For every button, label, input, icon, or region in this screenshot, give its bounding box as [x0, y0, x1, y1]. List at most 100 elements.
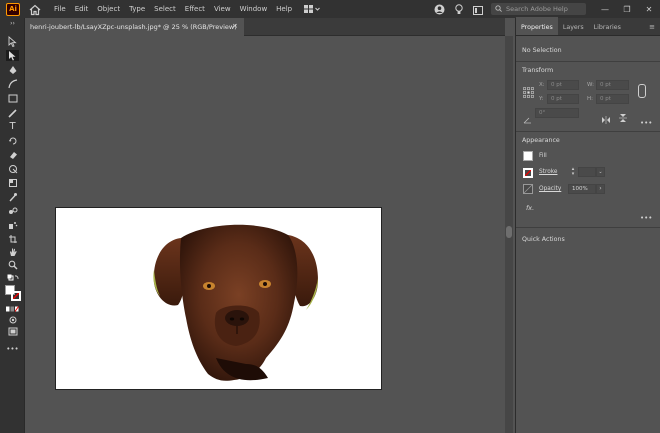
panel-menu-icon[interactable]: ≡ [649, 23, 660, 35]
document-tab-title: henri-joubert-lb/LsayXZpc-unsplash.jpg* … [30, 23, 237, 31]
artboard[interactable] [55, 207, 382, 390]
appearance-section-title: Appearance [522, 137, 560, 144]
hand-tool-icon[interactable] [6, 246, 19, 257]
stroke-weight-stepper-icon[interactable]: ▴ ▾ [569, 167, 577, 177]
appearance-more-options-icon[interactable]: ••• [640, 214, 652, 222]
rotate-tool-icon[interactable] [6, 135, 19, 146]
tab-properties[interactable]: Properties [516, 17, 558, 35]
symbol-sprayer-tool-icon[interactable] [6, 219, 19, 230]
pen-tool-icon[interactable] [6, 64, 19, 75]
home-icon[interactable] [28, 2, 42, 16]
drawing-modes-icon[interactable] [6, 314, 19, 325]
menu-type[interactable]: Type [129, 5, 145, 13]
transform-section-title: Transform [522, 67, 554, 74]
search-help-input[interactable]: Search Adobe Help [491, 3, 586, 15]
divider [516, 131, 660, 132]
maximize-button[interactable]: ❐ [616, 0, 638, 18]
stroke-weight-field[interactable] [578, 167, 596, 177]
selection-status: No Selection [522, 47, 562, 54]
stroke-color-swatch[interactable] [523, 168, 533, 178]
opacity-icon [523, 184, 533, 194]
divider [516, 227, 660, 228]
reference-point-icon[interactable] [523, 83, 534, 102]
free-transform-tool-icon[interactable] [6, 177, 19, 188]
h-field[interactable]: 0 pt [596, 94, 629, 104]
type-tool-icon[interactable]: T [6, 121, 19, 132]
panel-tabs: Properties Layers Libraries ≡ [516, 17, 660, 36]
main-menu: File Edit Object Type Select Effect View… [54, 5, 301, 13]
menu-view[interactable]: View [214, 5, 231, 13]
canvas-vertical-scrollbar[interactable] [505, 36, 513, 433]
close-document-icon[interactable]: × [232, 22, 238, 30]
eyedropper-tool-icon[interactable] [6, 191, 19, 202]
paintbrush-tool-icon[interactable] [6, 107, 19, 118]
x-label: X: [539, 82, 545, 88]
menu-bar: Ai File Edit Object Type Select Effect V… [0, 0, 660, 18]
tools-panel: ›› T ••• [0, 18, 25, 433]
tab-layers[interactable]: Layers [558, 24, 589, 35]
color-mode-buttons-icon[interactable] [6, 303, 19, 314]
canvas-area[interactable] [25, 36, 505, 433]
document-tab[interactable]: henri-joubert-lb/LsayXZpc-unsplash.jpg* … [25, 18, 244, 36]
edit-toolbar-more-icon[interactable]: ••• [6, 343, 19, 354]
quick-actions-title: Quick Actions [522, 236, 565, 243]
menu-window[interactable]: Window [240, 5, 268, 13]
properties-panel: Properties Layers Libraries ≡ No Selecti… [515, 17, 660, 433]
account-icon[interactable] [434, 0, 445, 19]
menu-file[interactable]: File [54, 5, 66, 13]
w-label: W: [587, 82, 594, 88]
divider [516, 61, 660, 62]
constrain-proportions-icon[interactable] [638, 84, 646, 98]
default-fill-stroke-icon[interactable] [6, 272, 19, 283]
stroke-swatch[interactable] [11, 291, 21, 301]
flip-horizontal-icon[interactable] [601, 109, 611, 128]
minimize-button[interactable]: — [594, 0, 616, 18]
flip-vertical-icon[interactable] [619, 108, 627, 127]
x-field[interactable]: 0 pt [547, 80, 579, 90]
screen-mode-icon[interactable] [6, 326, 19, 337]
eraser-tool-icon[interactable] [6, 149, 19, 160]
opacity-dropdown-icon[interactable]: › [596, 184, 605, 194]
fill-color-swatch[interactable] [523, 151, 533, 161]
search-icon [495, 4, 502, 14]
opacity-field[interactable]: 100% [568, 184, 596, 194]
dog-head-image[interactable] [56, 208, 383, 391]
direct-selection-tool-icon[interactable] [6, 50, 19, 61]
opacity-label[interactable]: Opacity [539, 186, 561, 192]
lightbulb-icon[interactable] [455, 0, 463, 19]
menu-object[interactable]: Object [97, 5, 120, 13]
transform-more-options-icon[interactable]: ••• [640, 119, 652, 127]
h-label: H: [587, 96, 593, 102]
menu-edit[interactable]: Edit [75, 5, 89, 13]
rectangle-tool-icon[interactable] [6, 93, 19, 104]
y-field[interactable]: 0 pt [547, 94, 579, 104]
scrollbar-thumb[interactable] [506, 226, 512, 238]
workspace-switcher-icon[interactable] [303, 4, 321, 15]
tab-libraries[interactable]: Libraries [589, 24, 626, 35]
w-field[interactable]: 0 pt [596, 80, 629, 90]
toolbar-collapse-icon[interactable]: ›› [6, 20, 19, 27]
search-placeholder: Search Adobe Help [506, 5, 568, 13]
blend-tool-icon[interactable] [6, 205, 19, 216]
document-tab-bar: henri-joubert-lb/LsayXZpc-unsplash.jpg* … [25, 18, 505, 36]
close-window-button[interactable]: ✕ [638, 0, 660, 18]
app-logo: Ai [6, 2, 20, 16]
zoom-tool-icon[interactable] [6, 259, 19, 270]
stroke-label[interactable]: Stroke [539, 169, 557, 175]
arrange-documents-icon[interactable] [473, 0, 483, 19]
warp-tool-icon[interactable] [6, 163, 19, 174]
y-label: Y: [539, 96, 544, 102]
curvature-tool-icon[interactable] [6, 78, 19, 89]
artboard-tool-icon[interactable] [6, 233, 19, 244]
selection-tool-icon[interactable] [6, 36, 19, 47]
illustrator-window: Ai File Edit Object Type Select Effect V… [0, 0, 660, 433]
fill-label: Fill [539, 153, 547, 159]
menu-help[interactable]: Help [276, 5, 292, 13]
menu-effect[interactable]: Effect [185, 5, 205, 13]
effects-button[interactable]: fx. [526, 204, 534, 212]
menubar-right: Search Adobe Help — ❐ ✕ [434, 0, 660, 18]
menu-select[interactable]: Select [154, 5, 176, 13]
rotate-field[interactable]: 0° [535, 108, 579, 118]
rotate-angle-icon [523, 109, 532, 128]
stroke-weight-dropdown-icon[interactable]: ⌄ [596, 167, 605, 177]
